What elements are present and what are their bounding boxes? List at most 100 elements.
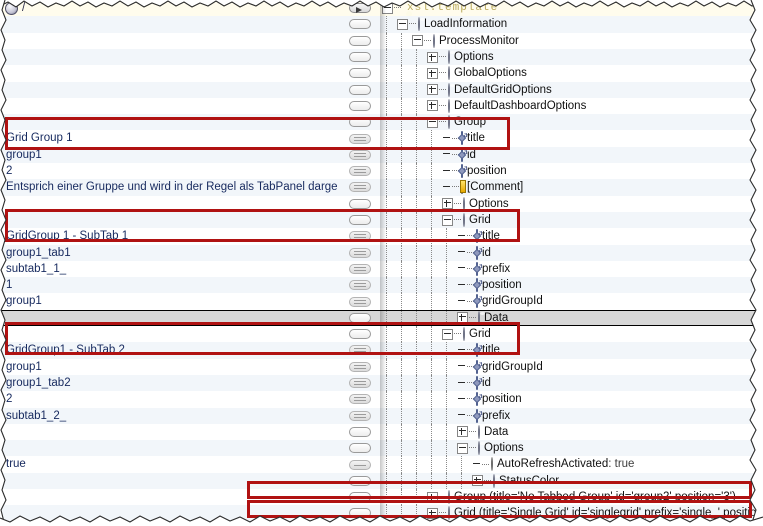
table-row[interactable]: Data [0, 423, 763, 441]
empty-value-button[interactable] [349, 84, 371, 95]
collapse-icon[interactable] [382, 2, 393, 14]
row-value-cell[interactable] [0, 311, 337, 325]
empty-value-button[interactable] [349, 117, 371, 128]
table-row[interactable]: Group (title='No Tabbed Group' id='group… [0, 489, 763, 506]
edit-value-button[interactable] [349, 345, 371, 356]
empty-value-button[interactable] [349, 443, 371, 454]
table-row[interactable]: Group [0, 114, 763, 131]
edit-value-button[interactable] [349, 263, 371, 274]
table-row[interactable]: group1 gridGroupId [0, 293, 763, 310]
table-row[interactable]: group1_tab1 id [0, 244, 763, 261]
expand-icon[interactable] [457, 426, 468, 438]
row-value-cell[interactable] [0, 16, 337, 32]
empty-value-button[interactable] [349, 35, 371, 46]
edit-value-button[interactable] [349, 166, 371, 177]
empty-value-button[interactable] [349, 52, 371, 63]
row-value-cell[interactable]: Entsprich einer Gruppe und wird in der R… [0, 179, 337, 195]
empty-value-button[interactable] [349, 329, 371, 340]
row-value-cell[interactable]: group1 [0, 359, 337, 375]
row-value-cell[interactable] [0, 98, 337, 114]
row-value-cell[interactable]: Grid Group 1 [0, 130, 337, 146]
table-row[interactable]: Options [0, 440, 763, 457]
collapse-icon[interactable] [442, 214, 453, 226]
row-value-cell[interactable]: group1 [0, 293, 337, 309]
empty-value-button[interactable] [349, 215, 371, 226]
table-row[interactable]: ProcessMonitor [0, 32, 763, 49]
edit-value-button[interactable] [349, 459, 371, 470]
expand-icon[interactable] [427, 507, 438, 519]
empty-value-button[interactable] [349, 198, 371, 209]
collapse-icon[interactable] [397, 18, 408, 30]
row-value-cell[interactable] [0, 65, 337, 81]
row-value-cell[interactable]: group1_tab2 [0, 375, 337, 391]
row-value-cell[interactable]: subtab1_1_ [0, 261, 337, 277]
row-value-cell[interactable] [0, 196, 337, 212]
edit-value-button[interactable] [349, 280, 371, 291]
table-row[interactable]: Grid (title='Single Grid' id='singlegrid… [0, 505, 763, 522]
expand-icon[interactable] [427, 100, 438, 112]
row-value-cell[interactable]: group1_tab1 [0, 245, 337, 261]
table-row[interactable]: Grid Group 1 title [0, 130, 763, 147]
row-value-cell[interactable] [0, 114, 337, 130]
table-row[interactable]: 2 position [0, 391, 763, 408]
edit-value-button[interactable] [349, 361, 371, 372]
expand-icon[interactable] [457, 312, 468, 324]
table-row[interactable]: DefaultGridOptions [0, 81, 763, 98]
expand-icon[interactable] [472, 475, 483, 487]
edit-value-button[interactable] [349, 182, 371, 193]
row-value-cell[interactable]: GridGroup1 - SubTab 2 [0, 342, 337, 358]
row-value-cell[interactable]: GridGroup 1 - SubTab 1 [0, 228, 337, 244]
empty-value-button[interactable] [349, 68, 371, 79]
collapse-icon[interactable] [457, 442, 468, 454]
collapse-icon[interactable] [427, 116, 438, 128]
collapse-icon[interactable] [412, 35, 423, 47]
collapse-icon[interactable] [442, 328, 453, 340]
table-row[interactable]: true AutoRefreshActivated : true [0, 456, 763, 473]
expand-icon[interactable] [427, 67, 438, 79]
expand-icon[interactable] [427, 491, 438, 503]
row-value-cell[interactable] [0, 440, 337, 456]
table-row[interactable]: Grid [0, 211, 763, 229]
row-value-cell[interactable]: 2 [0, 163, 337, 179]
edit-value-button[interactable] [349, 410, 371, 421]
row-value-cell[interactable] [0, 489, 337, 505]
table-row[interactable]: subtab1_2_ prefix [0, 407, 763, 424]
edit-value-button[interactable] [349, 231, 371, 242]
row-value-cell[interactable]: subtab1_2_ [0, 408, 337, 424]
edit-value-button[interactable] [349, 394, 371, 405]
row-value-cell[interactable] [0, 505, 337, 521]
edit-value-button[interactable] [349, 296, 371, 307]
table-row[interactable]: GlobalOptions [0, 65, 763, 82]
root-path-bar[interactable]: / [0, 0, 340, 16]
row-value-cell[interactable]: group1 [0, 147, 337, 163]
table-row[interactable]: group1_tab2 id [0, 374, 763, 392]
expand-icon[interactable] [427, 51, 438, 63]
row-value-cell[interactable] [0, 33, 337, 49]
empty-value-button[interactable] [349, 426, 371, 437]
edit-value-button[interactable] [349, 247, 371, 258]
table-row[interactable]: subtab1_1_ prefix [0, 260, 763, 278]
table-row[interactable]: StatusColor [0, 472, 763, 489]
table-row[interactable]: group1 id [0, 146, 763, 163]
row-value-cell[interactable] [0, 82, 337, 98]
table-row[interactable]: Data [0, 309, 763, 326]
row-value-cell[interactable] [0, 212, 337, 228]
row-value-cell[interactable] [0, 424, 337, 440]
table-row[interactable]: Options [0, 195, 763, 212]
edit-value-button[interactable] [349, 149, 371, 160]
row-value-cell[interactable] [0, 49, 337, 65]
empty-value-button[interactable] [349, 19, 371, 30]
expand-icon[interactable] [442, 198, 453, 210]
row-value-cell[interactable]: 2 [0, 391, 337, 407]
edit-value-button[interactable] [349, 378, 371, 389]
empty-value-button[interactable] [349, 492, 371, 503]
row-value-cell[interactable] [0, 473, 337, 489]
table-row[interactable]: LoadInformation [0, 16, 763, 33]
table-row[interactable]: Options [0, 48, 763, 66]
table-row[interactable]: Grid [0, 326, 763, 343]
table-row[interactable]: DefaultDashboardOptions [0, 97, 763, 115]
row-value-cell[interactable] [0, 326, 337, 342]
empty-value-button[interactable] [349, 475, 371, 486]
table-row[interactable]: group1 gridGroupId [0, 358, 763, 375]
empty-value-button[interactable] [349, 312, 371, 323]
